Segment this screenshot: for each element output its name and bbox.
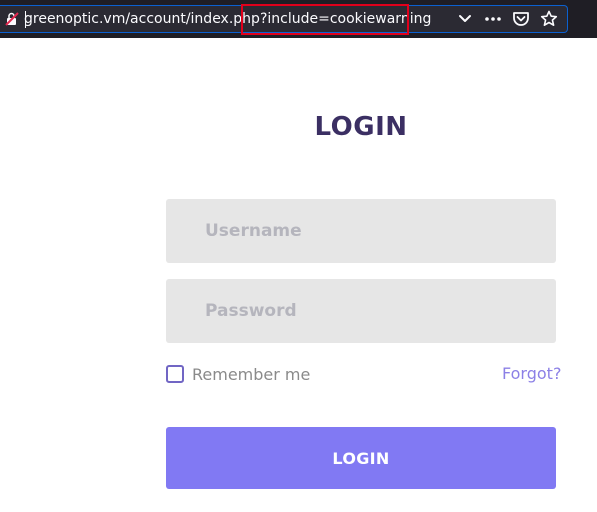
pocket-icon[interactable] xyxy=(511,9,531,29)
remember-me-checkbox[interactable] xyxy=(166,365,184,383)
url-base: greenoptic.vm/account/index.php xyxy=(24,11,260,27)
browser-toolbar: greenoptic.vm/account/index.php?include=… xyxy=(0,0,597,38)
remember-me[interactable]: Remember me xyxy=(166,362,310,386)
page-title: LOGIN xyxy=(314,112,408,142)
login-button[interactable]: LOGIN xyxy=(166,427,556,489)
forgot-password-link[interactable]: Forgot? xyxy=(502,362,561,386)
bookmark-star-icon[interactable] xyxy=(539,9,559,29)
url-highlight-box xyxy=(241,4,409,35)
remember-me-label: Remember me xyxy=(192,364,311,384)
chevron-down-icon[interactable] xyxy=(455,9,475,29)
insecure-connection-icon[interactable] xyxy=(5,11,19,26)
more-dots-icon[interactable] xyxy=(483,9,503,29)
username-input[interactable] xyxy=(166,199,556,263)
password-input[interactable] xyxy=(166,279,556,343)
